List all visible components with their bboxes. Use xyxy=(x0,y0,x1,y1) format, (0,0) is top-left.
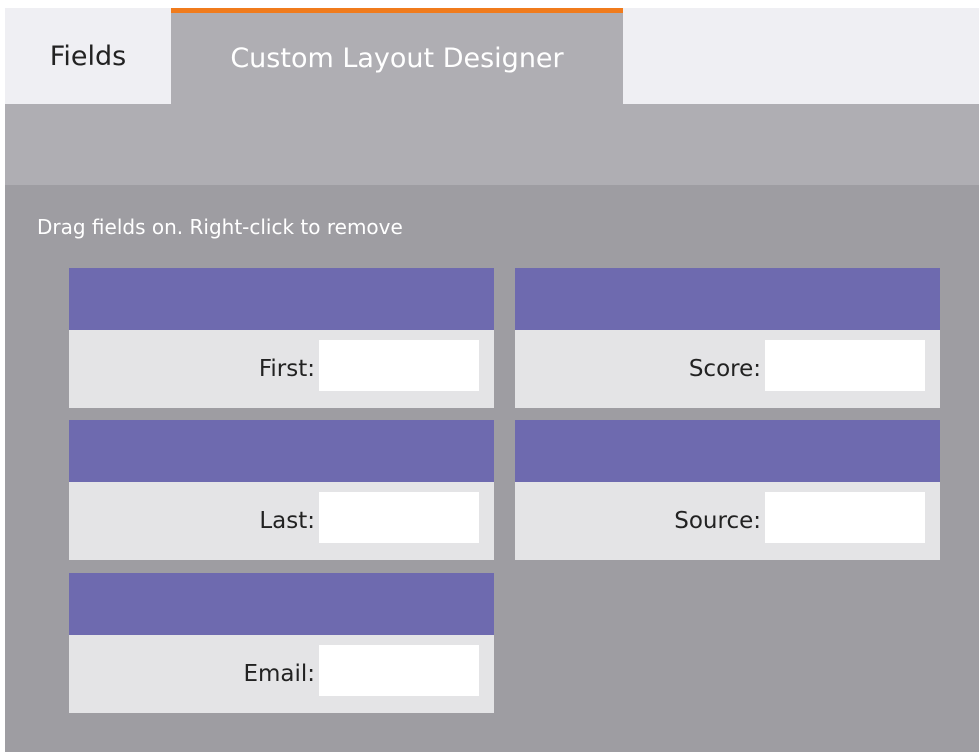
field-block-last[interactable]: Last: xyxy=(69,420,494,560)
tab-custom-layout-designer[interactable]: Custom Layout Designer xyxy=(171,8,623,104)
field-label-source: Source: xyxy=(674,508,761,534)
field-body: Last: xyxy=(69,482,494,560)
first-input[interactable] xyxy=(319,340,479,391)
field-body: Score: xyxy=(515,330,940,408)
field-drag-handle[interactable] xyxy=(69,573,494,635)
designer-toolbar xyxy=(5,104,979,185)
field-drag-handle[interactable] xyxy=(515,420,940,482)
field-label-email: Email: xyxy=(243,661,315,687)
field-drag-handle[interactable] xyxy=(69,420,494,482)
field-body: First: xyxy=(69,330,494,408)
field-drag-handle[interactable] xyxy=(69,268,494,330)
tab-bar: Fields Custom Layout Designer xyxy=(5,8,979,104)
email-input[interactable] xyxy=(319,645,479,696)
field-block-email[interactable]: Email: xyxy=(69,573,494,713)
layout-designer-window: Fields Custom Layout Designer Drag field… xyxy=(5,8,979,752)
layout-canvas[interactable]: Drag fields on. Right-click to remove Fi… xyxy=(5,185,979,752)
field-block-first[interactable]: First: xyxy=(69,268,494,408)
field-drag-handle[interactable] xyxy=(515,268,940,330)
field-body: Source: xyxy=(515,482,940,560)
field-label-score: Score: xyxy=(688,356,761,382)
source-input[interactable] xyxy=(765,492,925,543)
field-block-score[interactable]: Score: xyxy=(515,268,940,408)
field-label-last: Last: xyxy=(259,508,315,534)
canvas-hint: Drag fields on. Right-click to remove xyxy=(37,215,403,239)
tab-designer-label: Custom Layout Designer xyxy=(230,43,564,74)
tab-fields[interactable]: Fields xyxy=(5,8,171,104)
last-input[interactable] xyxy=(319,492,479,543)
score-input[interactable] xyxy=(765,340,925,391)
field-label-first: First: xyxy=(258,356,315,382)
field-block-source[interactable]: Source: xyxy=(515,420,940,560)
tab-fields-label: Fields xyxy=(49,40,127,72)
field-body: Email: xyxy=(69,635,494,713)
